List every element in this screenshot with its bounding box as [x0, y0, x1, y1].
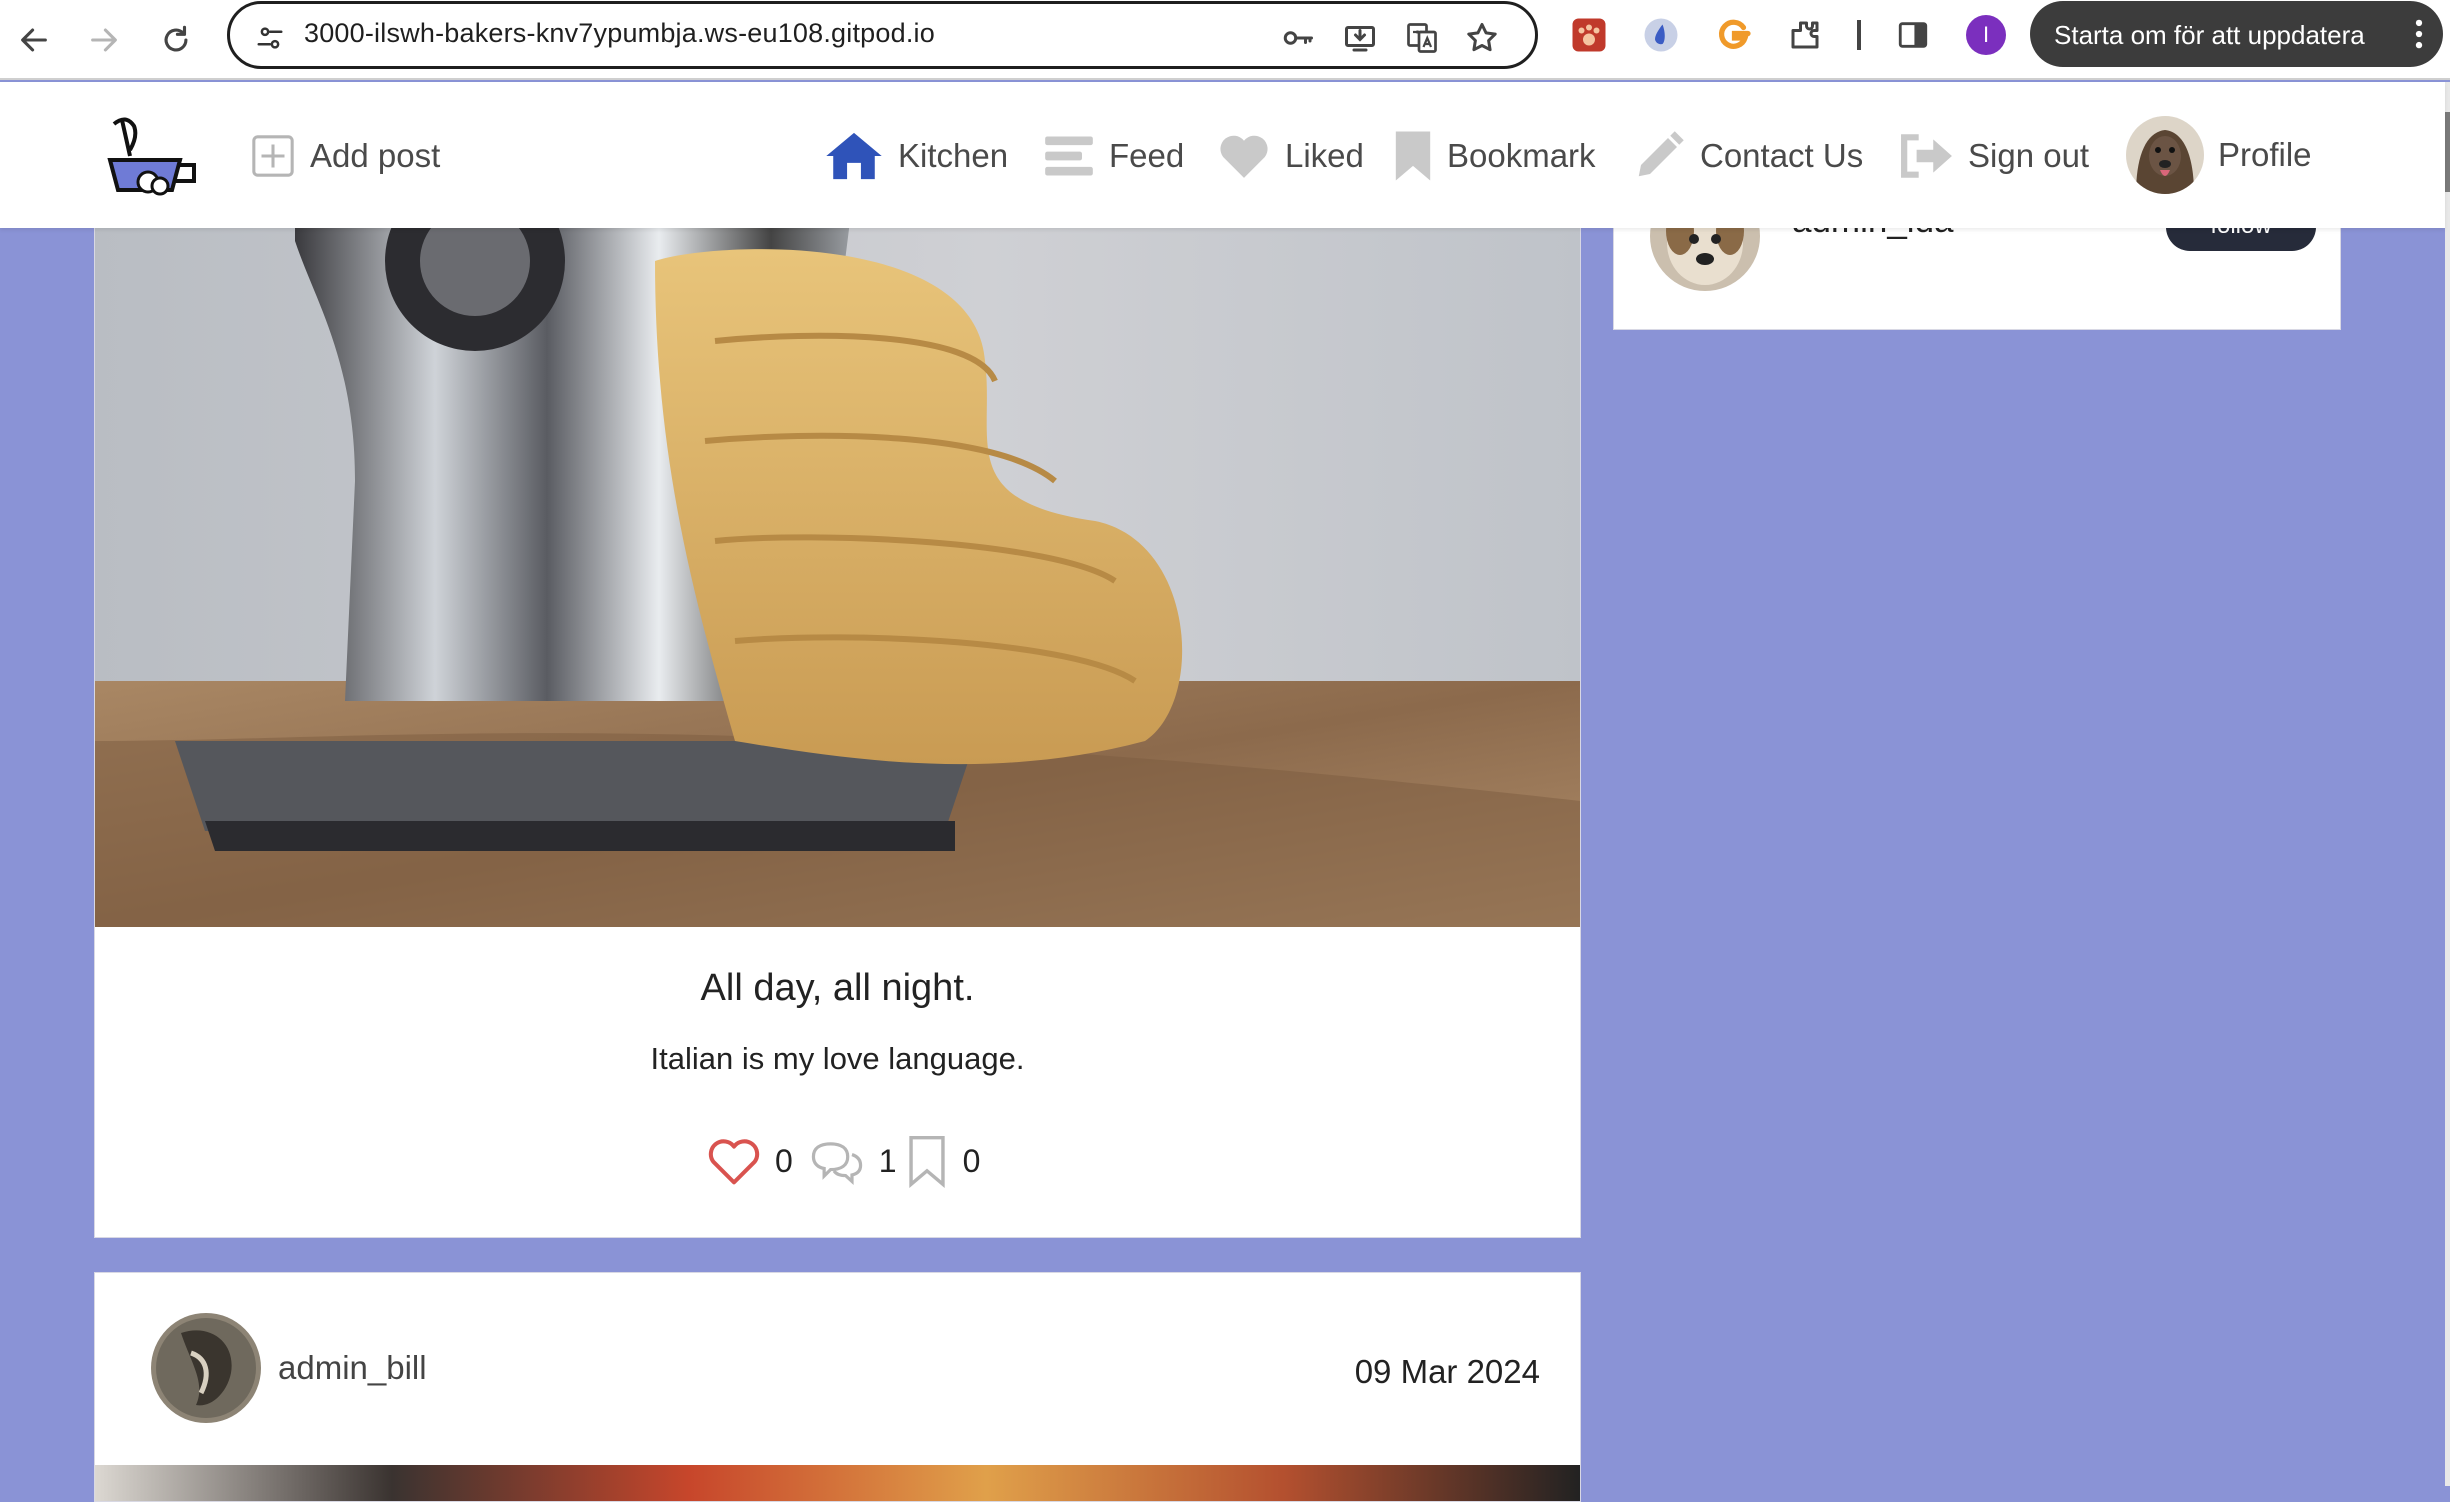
bakers-logo[interactable]	[100, 110, 200, 200]
site-settings-icon[interactable]	[250, 18, 290, 58]
more-menu-icon	[2415, 19, 2423, 49]
nav-feed-label: Feed	[1109, 137, 1185, 174]
url-text: 3000-ilswh-bakers-knv7ypumbja.ws-eu108.g…	[304, 18, 935, 48]
add-post-label: Add post	[310, 137, 441, 174]
nav-liked-label: Liked	[1285, 137, 1364, 174]
page-scrollbar[interactable]	[2445, 82, 2450, 1486]
update-label: Starta om för att uppdatera	[2054, 20, 2365, 50]
user-avatar	[2126, 116, 2204, 194]
sign-out-icon	[1900, 131, 1954, 181]
nav-kitchen-label: Kitchen	[898, 137, 1009, 174]
post-card: All day, all night. Italian is my love l…	[94, 180, 1581, 1238]
update-button[interactable]: Starta om för att uppdatera	[2030, 1, 2443, 67]
translate-icon[interactable]	[1402, 18, 1442, 58]
toolbar-divider	[1857, 20, 1861, 50]
nav-bookmark-label: Bookmark	[1447, 137, 1596, 174]
post-date: 09 Mar 2024	[1354, 1353, 1540, 1390]
nav-profile-label: Profile	[2218, 136, 2312, 173]
post-stats: 0 1 0	[707, 1131, 980, 1191]
install-app-icon[interactable]	[1340, 18, 1380, 58]
like-count: 0	[775, 1142, 793, 1179]
back-button[interactable]	[8, 14, 60, 66]
chrome-profile-avatar[interactable]: I	[1965, 14, 2007, 56]
page-scrollbar-thumb[interactable]	[2445, 112, 2450, 192]
mixing-bowl-logo-icon	[107, 117, 196, 196]
profile-initial: I	[1966, 15, 2006, 55]
plus-square-icon	[250, 133, 296, 179]
bookmark-outline-icon[interactable]	[907, 1134, 947, 1188]
feed-lines-icon	[1043, 130, 1095, 182]
post-image[interactable]	[95, 181, 1580, 927]
nav-bookmark[interactable]: Bookmark	[1393, 126, 1596, 186]
post-card: admin_bill 09 Mar 2024	[94, 1272, 1581, 1502]
address-bar[interactable]: 3000-ilswh-bakers-knv7ypumbja.ws-eu108.g…	[227, 1, 1538, 69]
comments-icon[interactable]	[807, 1136, 867, 1186]
author-name[interactable]: admin_bill	[278, 1349, 427, 1387]
forward-button[interactable]	[78, 14, 130, 66]
extensions-puzzle-icon[interactable]	[1784, 14, 1826, 56]
nav-profile[interactable]: Profile	[2126, 115, 2312, 195]
bookmark-icon	[1393, 129, 1433, 183]
password-key-icon[interactable]	[1278, 18, 1318, 58]
pencil-icon	[1632, 129, 1686, 183]
side-panel-icon[interactable]	[1892, 14, 1934, 56]
nav-signout-label: Sign out	[1968, 137, 2090, 174]
post-excerpt: Italian is my love language.	[650, 1041, 1025, 1076]
nav-contact[interactable]: Contact Us	[1632, 126, 1863, 186]
back-arrow-icon	[21, 28, 47, 52]
comment-count: 1	[878, 1142, 897, 1179]
bookmark-star-icon[interactable]	[1462, 18, 1502, 58]
heart-icon	[1217, 132, 1271, 180]
site-navbar: Add post Kitchen Feed Liked Bookmark Con…	[0, 82, 2445, 228]
post-image[interactable]	[95, 1465, 1580, 1501]
nav-contact-label: Contact Us	[1700, 137, 1864, 174]
like-heart-icon[interactable]	[707, 1136, 761, 1186]
reload-icon	[164, 25, 188, 52]
extension-drop-icon[interactable]	[1640, 14, 1682, 56]
bookmark-count: 0	[962, 1142, 981, 1179]
nav-feed[interactable]: Feed	[1043, 126, 1184, 186]
author-avatar[interactable]	[151, 1313, 261, 1423]
add-post-link[interactable]: Add post	[250, 126, 440, 186]
browser-toolbar: 3000-ilswh-bakers-knv7ypumbja.ws-eu108.g…	[0, 0, 2450, 80]
nav-kitchen[interactable]: Kitchen	[824, 126, 1008, 186]
home-icon	[824, 130, 884, 182]
forward-arrow-icon	[91, 28, 117, 52]
extension-paw-icon[interactable]	[1568, 14, 1610, 56]
nav-signout[interactable]: Sign out	[1900, 126, 2089, 186]
post-title[interactable]: All day, all night.	[95, 967, 1580, 1010]
reload-button[interactable]	[150, 14, 202, 66]
extension-grammarly-icon[interactable]	[1712, 14, 1754, 56]
nav-liked[interactable]: Liked	[1217, 126, 1364, 186]
